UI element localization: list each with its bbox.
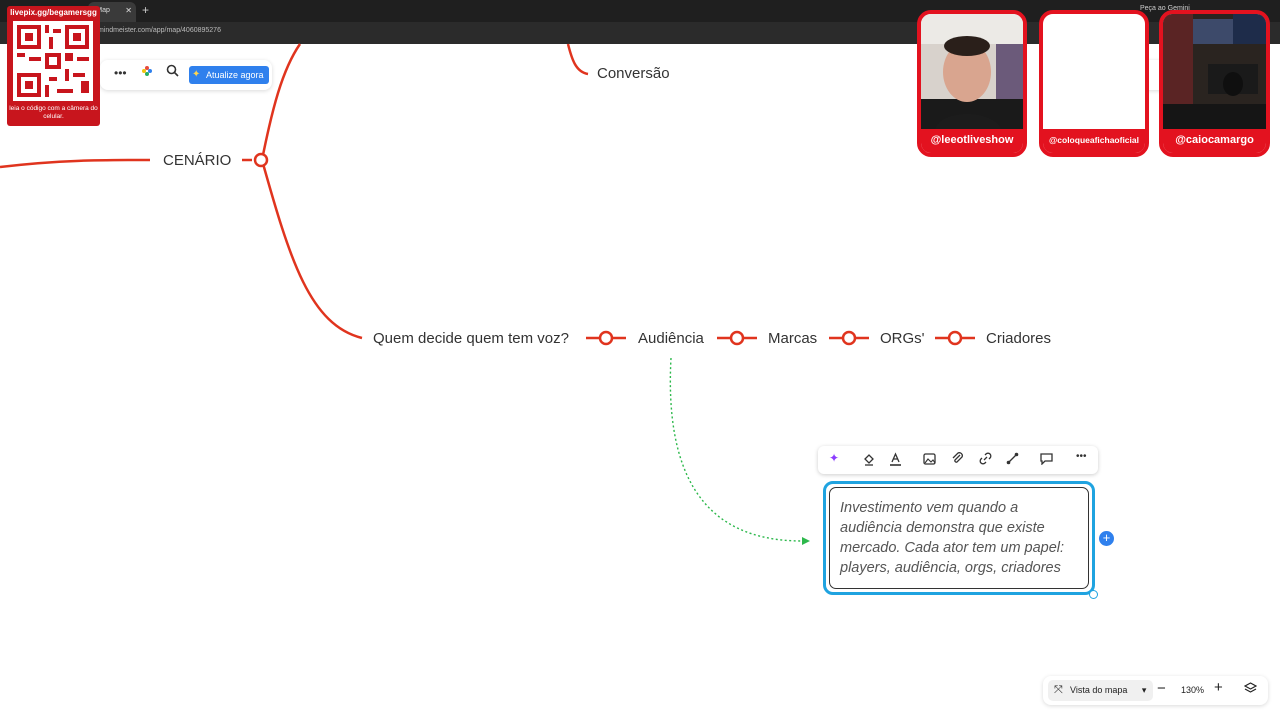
branch-cenario-down xyxy=(260,159,363,340)
webcam-2: @coloqueafichaoficial xyxy=(1039,10,1149,157)
map-view-button[interactable]: ⤧ Vista do mapa ▾ xyxy=(1048,680,1154,701)
collapse-handle-cenario xyxy=(253,152,269,168)
node-orgs[interactable]: ORGs' xyxy=(880,330,925,347)
more-options-icon[interactable]: ••• xyxy=(1076,451,1087,462)
image-icon[interactable] xyxy=(923,453,936,468)
collapse-handle-audiencia xyxy=(729,330,745,346)
map-view-label: Vista do mapa xyxy=(1070,685,1128,695)
webcam-3: @caiocamargo xyxy=(1159,10,1270,157)
qr-title: livepix.gg/begamersgg xyxy=(10,8,97,17)
branch-to-cenario xyxy=(0,158,151,169)
selected-note-node[interactable]: Investimento vem quando a audiência demo… xyxy=(823,481,1095,595)
note-text[interactable]: Investimento vem quando a audiência demo… xyxy=(829,487,1089,589)
zoom-out-icon[interactable]: − xyxy=(1157,680,1166,697)
webcam-1-image xyxy=(921,14,1023,129)
zoom-controls: ⤧ Vista do mapa ▾ − 130% + xyxy=(1043,676,1268,705)
node-conversao[interactable]: Conversão xyxy=(597,65,670,82)
node-cenario[interactable]: CENÁRIO xyxy=(163,152,231,169)
webcam-1-handle: @leeotliveshow xyxy=(921,129,1023,153)
text-color-icon[interactable] xyxy=(889,452,902,469)
update-now-label: Atualize agora xyxy=(206,70,264,80)
collapse-handle-marcas xyxy=(841,330,857,346)
attachment-icon[interactable] xyxy=(951,452,964,468)
resize-handle[interactable] xyxy=(1089,590,1098,599)
qr-code-icon xyxy=(13,21,93,101)
map-toolbar-left: ••• ✦ Atualize agora xyxy=(100,60,272,90)
collapse-handle-orgs xyxy=(947,330,963,346)
webcam-3-handle: @caiocamargo xyxy=(1163,129,1266,153)
node-criadores[interactable]: Criadores xyxy=(986,330,1051,347)
collapse-handle-quem-decide xyxy=(598,330,614,346)
palette-icon[interactable] xyxy=(141,65,153,80)
connector-audiencia-note xyxy=(669,357,803,542)
webcam-3-image xyxy=(1163,14,1266,129)
paint-bucket-icon[interactable] xyxy=(862,452,876,469)
update-now-button[interactable]: ✦ Atualize agora xyxy=(189,66,269,84)
node-quem-decide[interactable]: Quem decide quem tem voz? xyxy=(373,330,569,347)
branch-conversao xyxy=(566,43,589,76)
star-icon: ✦ xyxy=(192,69,201,80)
ai-sparkle-icon[interactable]: ✦ xyxy=(829,451,839,465)
node-audiencia[interactable]: Audiência xyxy=(638,330,704,347)
more-icon[interactable]: ••• xyxy=(114,66,127,80)
webcam-1: @leeotliveshow xyxy=(917,10,1027,157)
node-toolbar: ✦ ••• xyxy=(818,446,1098,474)
search-icon[interactable] xyxy=(166,64,179,80)
comment-icon[interactable] xyxy=(1040,453,1053,468)
qr-overlay: livepix.gg/begamersgg leia o código com … xyxy=(7,6,100,126)
node-marcas[interactable]: Marcas xyxy=(768,330,817,347)
qr-caption: leia o código com a câmera do celular. xyxy=(9,105,98,120)
layers-icon[interactable] xyxy=(1243,682,1258,698)
zoom-in-icon[interactable]: + xyxy=(1214,679,1223,696)
chevron-down-icon: ▾ xyxy=(1141,685,1147,695)
webcam-2-handle: @coloqueafichaoficial xyxy=(1043,129,1145,153)
link-icon[interactable] xyxy=(979,452,992,468)
zoom-level: 130% xyxy=(1181,685,1205,695)
connection-icon[interactable] xyxy=(1006,452,1019,468)
connector-arrowhead xyxy=(802,537,810,545)
map-view-icon: ⤧ xyxy=(1054,684,1063,696)
add-child-plus-icon[interactable]: + xyxy=(1099,531,1114,546)
